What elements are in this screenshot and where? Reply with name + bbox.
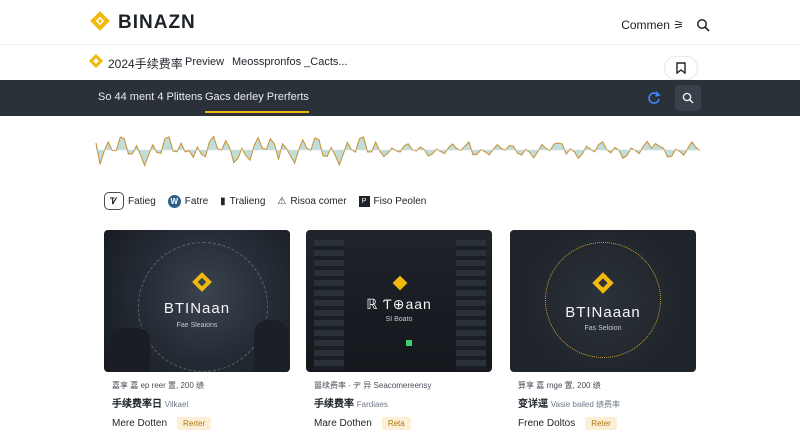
binance-small-logo-icon [88,53,104,69]
card-meta: 嘼续费率 · ヂ 异 Seacomereensy [314,381,432,390]
circle-badge-icon: W [167,194,181,208]
card-title-row: 变详逕 Vasie bailed 绩费率 [518,392,698,410]
card-tag[interactable]: Reter [585,417,617,430]
card-tag[interactable]: Rerter [177,417,212,430]
binance-logo-icon [392,275,408,291]
card-more-link[interactable]: Frene Doltos [518,418,575,429]
binance-logo-icon [192,272,212,292]
card-meta: 嘉享 嘉 ep reer 置, 200 绩 [112,381,205,390]
filter-label: Tralieng [229,195,266,207]
card-image[interactable]: ℝ Ƭ⊕aan SI Boato [306,230,492,372]
card-title: 手续费率日 [112,399,162,410]
community-link[interactable]: Commen ⚞ [621,18,684,32]
preview-link[interactable]: Preview [185,56,224,68]
card-image[interactable]: BTINaaan Fas Seloion [510,230,696,372]
binance-logo-icon[interactable] [88,9,112,33]
filter-label: Fatieg [128,195,156,207]
card-image-subtitle: Fas Seloion [584,325,622,332]
card-image-brand: BTINaaan [565,304,641,321]
page-subheader: 2024手续费率 Preview Meosspronfos _Cacts... [0,44,800,80]
card-image-subtitle: SI Boato [385,316,413,323]
card-title-note: Vilkael [164,400,189,409]
card-title-row: 手续费率日 Vilkael [112,392,292,410]
filter-fatre[interactable]: W Fatre [167,194,209,208]
card-meta: 算享 嘉 rnge 置, 200 绩 [518,381,601,390]
search-icon[interactable] [696,18,710,32]
filter-label: Risoa comer [290,195,347,207]
more-link[interactable]: Meosspronfos _Cacts... [232,56,348,68]
card-footer: Mere Dotten Rerter [112,417,212,430]
card-tag[interactable]: Reta [381,417,411,430]
tab-search-button[interactable] [675,85,701,111]
card-title-note: Vasie bailed 绩费率 [550,400,620,409]
top-navigation: BINAZN Commen ⚞ [0,0,800,44]
card-more-link[interactable]: Mare Dothen [314,418,372,429]
card-image[interactable]: BTINaan Fae Sleaions [104,230,290,372]
filter-icon: Ꮴ [104,192,124,210]
filter-row: Ꮴ Fatieg W Fatre ▮ Tralieng ⚠ Risoa come… [104,192,426,210]
filter-fiso-peolen[interactable]: P Fiso Peolen [358,195,427,207]
warning-icon: ⚠ [277,195,287,207]
card-title-note: Fardiaes [356,400,388,409]
card-image-brand: ℝ Ƭ⊕aan [366,296,432,312]
signal-icon: ⚞ [673,18,684,32]
community-label: Commen [621,18,670,32]
card-title: 手续费率 [314,399,354,410]
card-more-link[interactable]: Mere Dotten [112,418,167,429]
article-card[interactable]: BTINaan Fae Sleaions 嘉享 嘉 ep reer 置, 200… [104,230,292,440]
card-footer: Frene Doltos Reter [518,417,617,430]
tab-prerferts-active[interactable]: Gacs derley Prerferts [205,91,309,113]
filter-risoa-comer[interactable]: ⚠ Risoa comer [277,196,346,207]
binance-logo-icon [592,272,614,294]
filter-label: Fatre [184,195,209,207]
article-card[interactable]: ℝ Ƭ⊕aan SI Boato 嘼续费率 · ヂ 异 Seacomereens… [306,230,494,440]
tab-plittens[interactable]: So 44 ment 4 Plittens [98,91,203,103]
fee-sparkline-chart [95,135,701,167]
bookmark-button[interactable] [664,56,698,80]
bookmark-icon [676,62,686,74]
card-footer: Mare Dothen Reta [314,417,411,430]
filter-fatieg[interactable]: Ꮴ Fatieg [104,192,156,210]
card-title-row: 手续费率 Fardiaes [314,392,494,410]
square-badge-icon: P [358,195,370,207]
bar-icon: ▮ [220,195,226,207]
refresh-icon[interactable] [646,90,662,106]
card-image-brand: BTINaan [163,300,231,317]
filter-label: Fiso Peolen [373,195,427,207]
search-icon [682,92,694,104]
article-card[interactable]: BTINaaan Fas Seloion 算享 嘉 rnge 置, 200 绩 … [510,230,698,440]
tab-bar: So 44 ment 4 Plittens Gacs derley Prerfe… [0,80,800,116]
card-title: 变详逕 [518,399,548,410]
brand-name[interactable]: BINAZN [118,12,196,34]
page-title: 2024手续费率 [108,57,183,71]
filter-tralieng[interactable]: ▮ Tralieng [220,196,265,207]
